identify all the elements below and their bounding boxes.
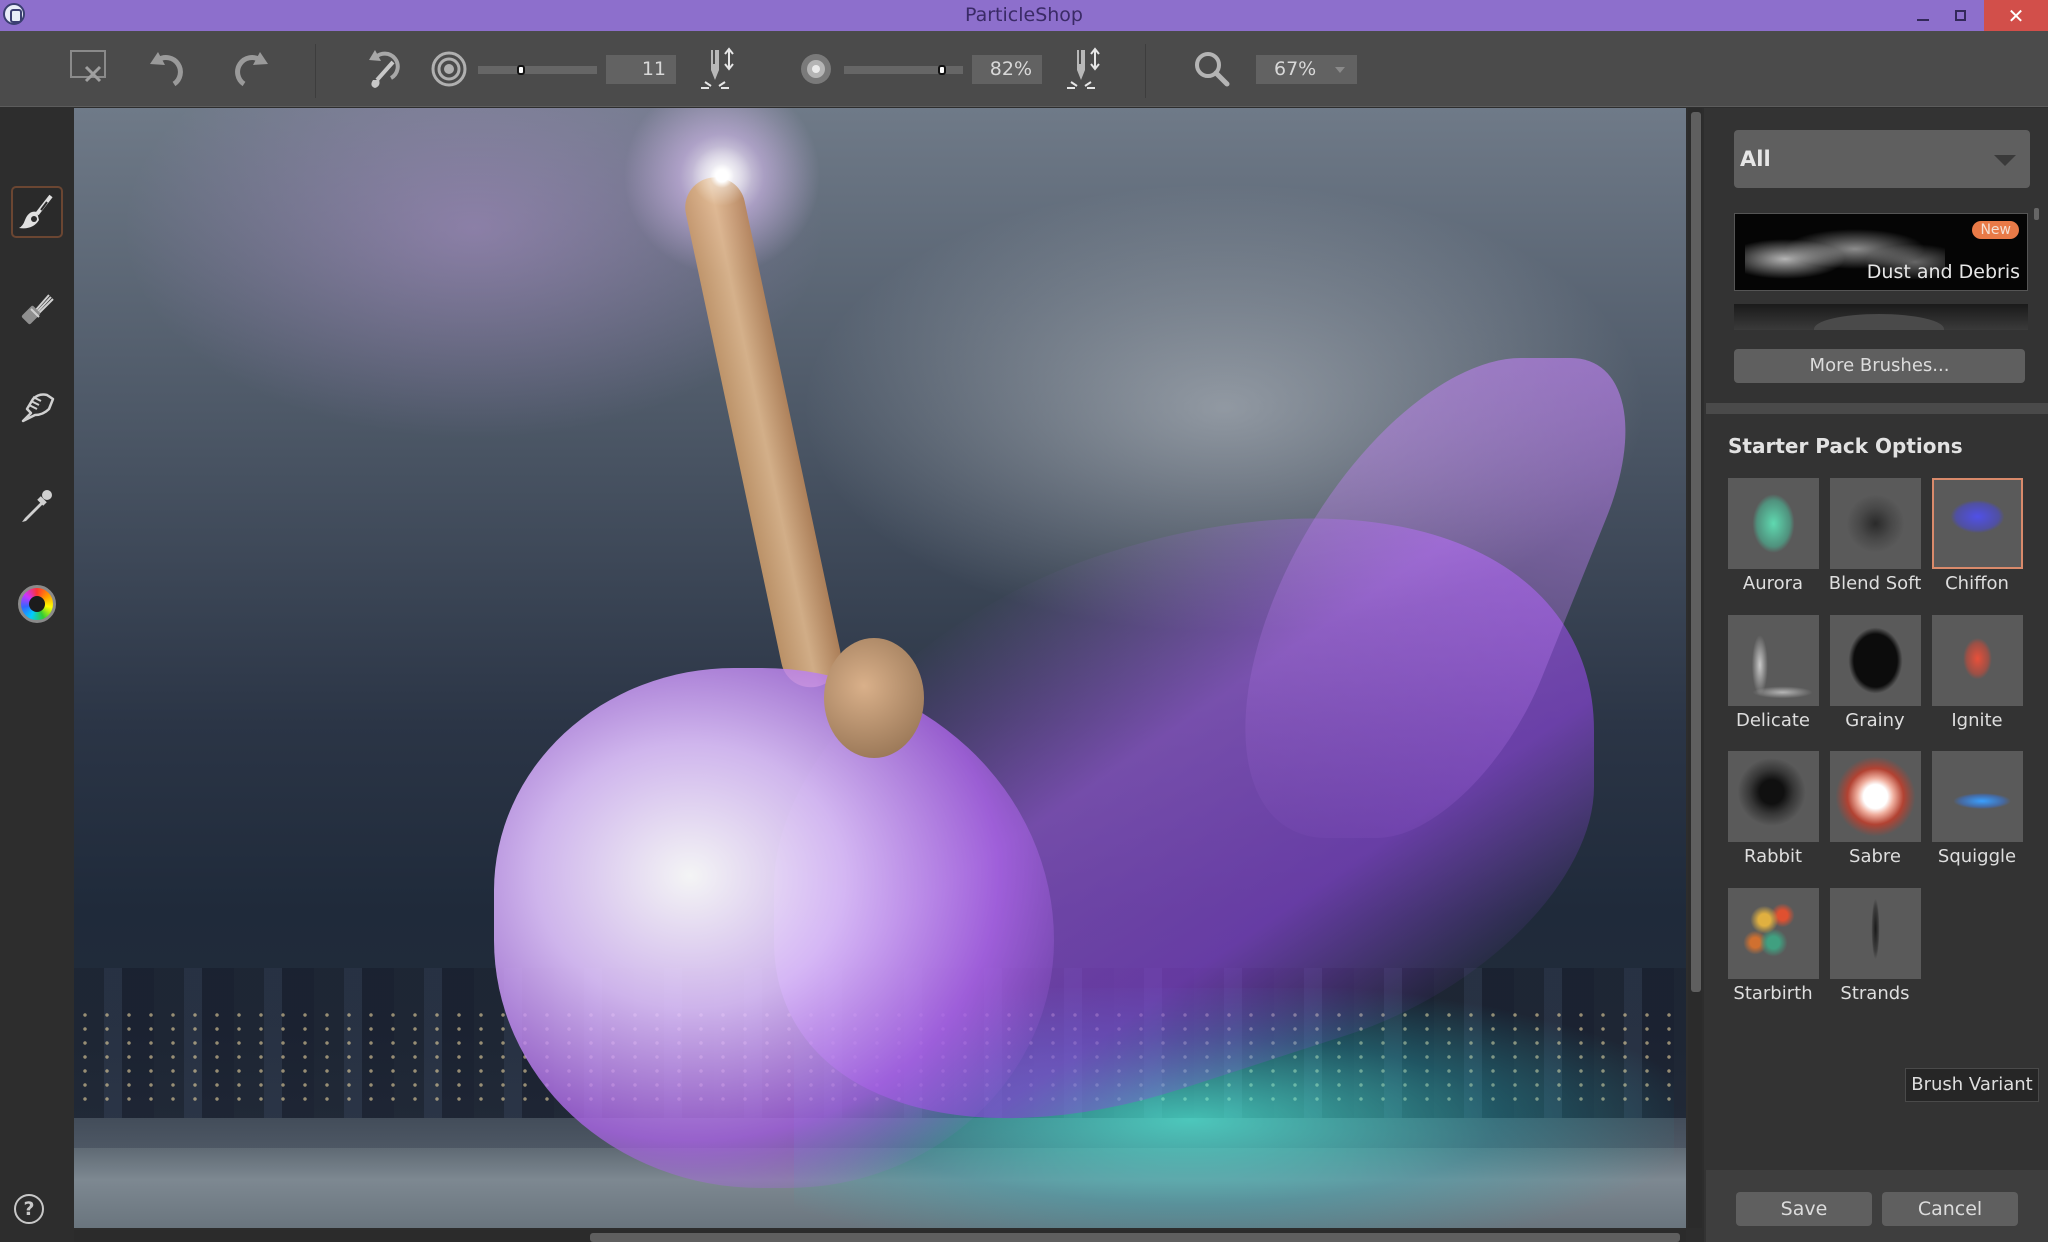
brush-size-slider[interactable] [478, 66, 597, 74]
brush-size-field[interactable]: 11 [606, 55, 676, 84]
zoom-value: 67% [1274, 58, 1317, 80]
smudge-brush-icon [21, 294, 54, 325]
canvas-dancer-arm [679, 171, 847, 693]
pen-pressure-size-button[interactable] [698, 44, 744, 94]
eyedropper-icon [22, 490, 52, 522]
brush-tile-delicate[interactable] [1728, 615, 1819, 706]
undo-icon [150, 52, 183, 87]
brush-tile-sabre[interactable] [1830, 751, 1921, 842]
brush-tile-label: Delicate [1736, 710, 1810, 731]
brush-category-dropdown[interactable]: All [1734, 130, 2030, 188]
vertical-scrollbar-thumb[interactable] [1691, 112, 1701, 992]
brush-pack-scrollbar[interactable] [2034, 208, 2039, 220]
minimize-icon [1917, 18, 1929, 21]
brush-tile-label: Ignite [1951, 710, 2003, 731]
brush-category-value: All [1740, 147, 1771, 171]
minimize-button[interactable] [1905, 0, 1941, 31]
undo-button[interactable] [146, 44, 192, 90]
hand-icon [21, 393, 55, 423]
tool-rail [0, 108, 74, 1242]
brush-tile-label: Chiffon [1945, 573, 2009, 594]
panel-divider [1706, 403, 2048, 414]
brush-size-slider-thumb[interactable] [516, 65, 525, 75]
brush-size-icon [428, 48, 470, 90]
canvas-starburst [692, 146, 752, 206]
brush-tile-strands[interactable] [1830, 888, 1921, 979]
brush-tile-label: Rabbit [1743, 846, 1803, 867]
pen-pressure-size-icon [701, 47, 734, 89]
pen-pressure-opacity-button[interactable] [1064, 44, 1110, 94]
restore-icon [1954, 10, 1966, 21]
tool-color-wheel[interactable] [11, 578, 63, 630]
brush-tile-label: Strands [1840, 983, 1910, 1004]
new-badge: New [1972, 221, 2019, 239]
more-brushes-button[interactable]: More Brushes... [1734, 349, 2025, 383]
clear-canvas-icon [70, 50, 106, 83]
brush-tile-label: Starbirth [1733, 983, 1813, 1004]
section-title: Starter Pack Options [1728, 434, 1963, 458]
brush-tile-label: Aurora [1742, 573, 1804, 594]
brush-tile-grainy[interactable] [1830, 615, 1921, 706]
toolbar-separator [315, 44, 316, 98]
brush-pack-name: Dust and Debris [1866, 261, 2020, 283]
canvas-dancer-head [824, 638, 924, 758]
window-title: ParticleShop [965, 4, 1083, 26]
brush-tile-label: Grainy [1845, 710, 1905, 731]
image-canvas[interactable] [74, 108, 1686, 1228]
tool-eyedropper[interactable] [11, 480, 63, 532]
reset-brush-button[interactable] [360, 45, 406, 91]
brush-tile-label: Squiggle [1937, 846, 2017, 867]
save-button[interactable]: Save [1736, 1192, 1872, 1226]
opacity-field[interactable]: 82% [972, 55, 1042, 84]
opacity-slider-thumb[interactable] [937, 65, 946, 75]
opacity-icon [796, 49, 836, 89]
tool-brush[interactable] [11, 186, 63, 238]
tool-smudge[interactable] [11, 283, 63, 335]
chevron-down-icon [1994, 155, 2016, 166]
pen-pressure-opacity-icon [1067, 47, 1100, 89]
brush-tile-aurora[interactable] [1728, 478, 1819, 569]
toolbar-separator [1145, 44, 1146, 98]
brush-tile-starbirth[interactable] [1728, 888, 1819, 979]
chevron-down-icon [1335, 67, 1345, 73]
close-button[interactable]: ✕ [1984, 0, 2048, 31]
brush-variant-button[interactable]: Brush Variant [1905, 1068, 2039, 1102]
horizontal-scrollbar-thumb[interactable] [590, 1233, 1680, 1242]
brush-tile-chiffon[interactable] [1932, 478, 2023, 569]
brush-tile-rabbit[interactable] [1728, 751, 1819, 842]
zoom-button[interactable] [1190, 47, 1234, 91]
brush-pack-card-partial[interactable] [1734, 304, 2028, 330]
title-bar: ParticleShop ✕ [0, 0, 2048, 31]
redo-button[interactable] [226, 44, 272, 90]
brush-pack-card[interactable]: New Dust and Debris [1734, 213, 2028, 291]
brush-tile-blend-soft[interactable] [1830, 478, 1921, 569]
cancel-button[interactable]: Cancel [1882, 1192, 2018, 1226]
color-wheel-icon [18, 585, 56, 623]
brush-tile-squiggle[interactable] [1932, 751, 2023, 842]
brush-tile-label: Blend Soft [1828, 573, 1922, 594]
tool-grab[interactable] [11, 381, 63, 433]
brush-tile-ignite[interactable] [1932, 615, 2023, 706]
redo-icon [235, 52, 268, 87]
zoom-dropdown[interactable]: 67% [1256, 55, 1357, 84]
brush-tile-label: Sabre [1849, 846, 1901, 867]
paintbrush-icon [19, 194, 53, 229]
close-icon: ✕ [2007, 3, 2025, 28]
restore-button[interactable] [1942, 0, 1978, 31]
zoom-icon [1195, 52, 1230, 87]
reset-brush-icon [369, 50, 400, 88]
help-button[interactable]: ? [14, 1194, 44, 1224]
clear-canvas-button[interactable] [66, 44, 112, 90]
